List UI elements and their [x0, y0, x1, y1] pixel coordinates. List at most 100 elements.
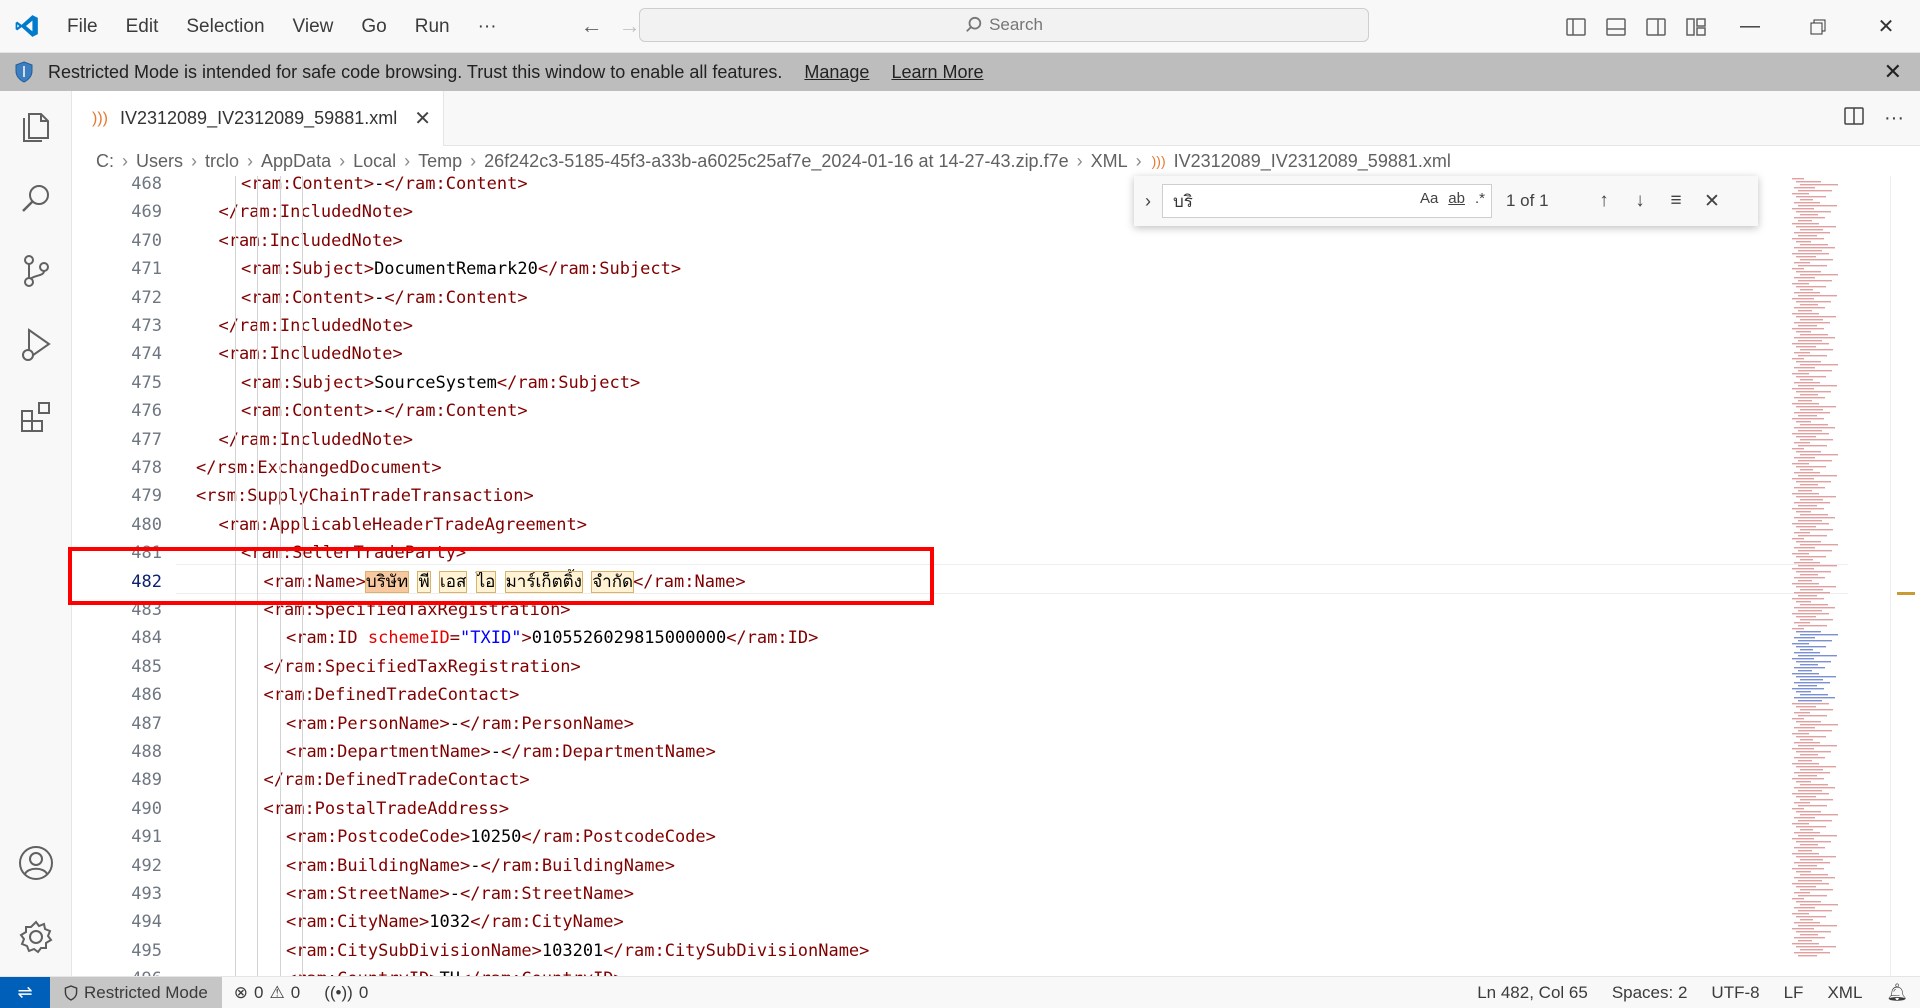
extensions-icon[interactable] — [16, 397, 56, 437]
end-of-line[interactable]: LF — [1772, 983, 1816, 1003]
close-window-icon[interactable]: ✕ — [1852, 0, 1920, 53]
code-line[interactable]: </ram:SpecifiedTaxRegistration> — [264, 653, 581, 681]
xml-file-icon: ))) — [92, 109, 108, 127]
breadcrumb-segment[interactable]: Local — [353, 151, 396, 172]
minimap-line — [1798, 325, 1817, 327]
language-mode[interactable]: XML — [1815, 983, 1874, 1003]
more-actions-icon[interactable]: ··· — [1884, 107, 1904, 130]
find-input[interactable]: บริ Aa ab .* — [1162, 184, 1492, 218]
code-line[interactable]: <ram:IncludedNote> — [219, 227, 403, 255]
code-line[interactable]: </rsm:ExchangedDocument> — [196, 454, 442, 482]
breadcrumb-segment[interactable]: XML — [1091, 151, 1128, 172]
toggle-primary-sidebar-icon[interactable] — [1556, 0, 1596, 53]
customize-layout-icon[interactable] — [1676, 0, 1716, 53]
code-line[interactable]: </ram:IncludedNote> — [219, 312, 413, 340]
code-line[interactable]: <ram:PostalTradeAddress> — [264, 795, 510, 823]
ports-status[interactable]: ((•)) 0 — [312, 983, 380, 1003]
encoding[interactable]: UTF-8 — [1699, 983, 1771, 1003]
manage-link[interactable]: Manage — [804, 62, 869, 83]
breadcrumb-segment[interactable]: AppData — [261, 151, 331, 172]
code-line[interactable]: <ram:PostcodeCode>10250</ram:PostcodeCod… — [286, 823, 716, 851]
line-number: 470 — [131, 230, 162, 251]
breadcrumb-segment[interactable]: C: — [96, 151, 114, 172]
vertical-scrollbar[interactable] — [1890, 176, 1920, 976]
code-line[interactable]: <ram:ID schemeID="TXID">0105526029815000… — [286, 624, 818, 652]
find-in-selection-icon[interactable]: ≡ — [1658, 190, 1694, 212]
code-line[interactable]: <ram:Content>-</ram:Content> — [241, 284, 528, 312]
code-line[interactable]: <ram:CountryID>TH</ram:CountryID> — [286, 965, 624, 976]
code-line[interactable]: <ram:Subject>SourceSystem</ram:Subject> — [241, 369, 640, 397]
code-line[interactable]: <ram:CityName>1032</ram:CityName> — [286, 908, 624, 936]
menu-item-view[interactable]: View — [279, 0, 348, 53]
xml-tag: </ram:CityName> — [470, 912, 624, 933]
command-center-search[interactable]: Search — [639, 8, 1369, 42]
menu-item-go[interactable]: Go — [347, 0, 400, 53]
back-arrow-icon[interactable]: ← — [581, 13, 603, 39]
menu-item-run[interactable]: Run — [401, 0, 464, 53]
code-line[interactable]: <rsm:SupplyChainTradeTransaction> — [196, 482, 534, 510]
minimap-line — [1792, 508, 1824, 510]
breadcrumb-segment[interactable]: trclo — [205, 151, 239, 172]
breadcrumb-segment[interactable]: Temp — [418, 151, 462, 172]
problems-status[interactable]: ⊗ 0 ⚠ 0 — [222, 983, 312, 1003]
minimap[interactable] — [1790, 176, 1878, 976]
minimap-line — [1800, 589, 1823, 591]
search-icon[interactable] — [16, 179, 56, 219]
learn-more-link[interactable]: Learn More — [891, 62, 983, 83]
toggle-replace-chevron-icon[interactable]: › — [1134, 191, 1162, 212]
minimize-icon[interactable]: — — [1716, 0, 1784, 53]
code-line[interactable]: <ram:IncludedNote> — [219, 340, 403, 368]
settings-gear-icon[interactable] — [16, 917, 56, 957]
use-regex-icon[interactable]: .* — [1475, 190, 1485, 207]
restore-icon[interactable] — [1784, 0, 1852, 53]
minimap-line — [1798, 505, 1817, 507]
split-editor-icon[interactable] — [1844, 106, 1864, 131]
minimap-line — [1800, 334, 1828, 336]
remote-indicator-icon[interactable]: ⇌ — [0, 976, 50, 1008]
minimap-line — [1798, 760, 1812, 762]
indentation[interactable]: Spaces: 2 — [1600, 983, 1700, 1003]
run-and-debug-icon[interactable] — [16, 325, 56, 365]
accounts-icon[interactable] — [16, 843, 56, 883]
code-line[interactable]: <ram:Content>-</ram:Content> — [241, 176, 528, 198]
code-line[interactable]: </ram:DefinedTradeContact> — [264, 766, 530, 794]
code-line[interactable]: <ram:DepartmentName>-</ram:DepartmentNam… — [286, 738, 716, 766]
menu-item-file[interactable]: File — [53, 0, 112, 53]
tab-close-icon[interactable]: ✕ — [414, 106, 431, 131]
banner-close-icon[interactable]: ✕ — [1884, 59, 1902, 85]
minimap-line — [1798, 400, 1812, 402]
breadcrumb-segment[interactable]: 26f242c3-5185-45f3-a33b-a6025c25af7e_202… — [484, 151, 1068, 172]
minimap-line — [1796, 691, 1811, 693]
breadcrumb-segment[interactable]: Users — [136, 151, 183, 172]
source-control-icon[interactable] — [16, 251, 56, 291]
code-line[interactable]: <ram:CitySubDivisionName>103201</ram:Cit… — [286, 937, 869, 965]
previous-match-icon[interactable]: ↑ — [1586, 190, 1622, 212]
forward-arrow-icon[interactable]: → — [619, 13, 641, 39]
next-match-icon[interactable]: ↓ — [1622, 190, 1658, 212]
xml-text: - — [374, 401, 385, 422]
cursor-position[interactable]: Ln 482, Col 65 — [1465, 983, 1600, 1003]
editor-tab[interactable]: ))) IV2312089_IV2312089_59881.xml ✕ — [72, 91, 444, 146]
code-line[interactable]: <ram:PersonName>-</ram:PersonName> — [286, 710, 634, 738]
menu-item-selection[interactable]: Selection — [172, 0, 278, 53]
code-line[interactable]: <ram:ApplicableHeaderTradeAgreement> — [219, 511, 587, 539]
menu-item-edit[interactable]: Edit — [112, 0, 173, 53]
match-whole-word-icon[interactable]: ab — [1448, 190, 1465, 207]
minimap-line — [1796, 196, 1826, 198]
close-find-icon[interactable]: ✕ — [1694, 190, 1730, 213]
code-line[interactable]: <ram:StreetName>-</ram:StreetName> — [286, 880, 634, 908]
code-line[interactable]: <ram:Content>-</ram:Content> — [241, 397, 528, 425]
explorer-icon[interactable] — [16, 105, 56, 145]
code-line[interactable]: <ram:BuildingName>-</ram:BuildingName> — [286, 852, 675, 880]
toggle-secondary-sidebar-icon[interactable] — [1636, 0, 1676, 53]
breadcrumb-segment[interactable]: IV2312089_IV2312089_59881.xml — [1174, 151, 1451, 172]
notifications-bell-icon[interactable]: 🔔︎ — [1874, 983, 1920, 1003]
code-line[interactable]: </ram:IncludedNote> — [219, 198, 413, 226]
match-case-icon[interactable]: Aa — [1420, 190, 1438, 207]
menu-item-more[interactable]: ··· — [464, 0, 511, 53]
restricted-mode-status[interactable]: Restricted Mode — [50, 976, 222, 1008]
code-line[interactable]: </ram:IncludedNote> — [219, 426, 413, 454]
code-line[interactable]: <ram:Subject>DocumentRemark20</ram:Subje… — [241, 255, 681, 283]
toggle-panel-icon[interactable] — [1596, 0, 1636, 53]
minimap-line — [1798, 955, 1817, 957]
